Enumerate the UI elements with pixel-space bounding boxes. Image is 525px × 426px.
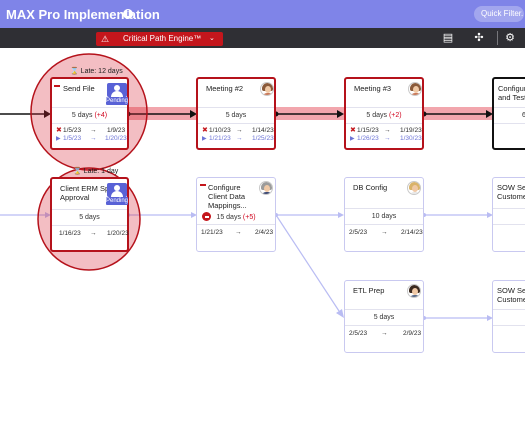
card-divider <box>494 107 525 108</box>
hourglass-icon: ⌛ <box>73 167 82 175</box>
task-title: SOW SenCustome <box>497 183 525 201</box>
task-card-client-erm-spec[interactable]: Client ERM Spec Approval Pending 5 days 1… <box>50 177 129 252</box>
late-text: Late: 1 day <box>83 168 119 175</box>
card-divider <box>198 123 274 124</box>
assignee-avatar <box>259 181 273 195</box>
task-duration: 5 days <box>225 112 247 119</box>
card-divider <box>52 209 127 210</box>
task-card-configure-testing[interactable]: Configureand Testi 6 <box>492 77 525 150</box>
task-duration: 5 days (+2) <box>366 112 402 119</box>
late-indicator: ⌛ Late: 1 day <box>73 167 118 175</box>
task-duration: 10 days <box>371 213 397 220</box>
task-card-db-config[interactable]: DB Config 10 days 2/5/23 → 2/14/23 <box>344 177 424 252</box>
card-divider <box>493 309 525 310</box>
card-divider <box>197 224 275 225</box>
card-divider <box>52 225 127 226</box>
task-duration: 5 days (+4) <box>71 112 108 119</box>
task-duration: 15 days (+5) <box>216 214 256 221</box>
task-card-etl-prep[interactable]: ETL Prep 5 days 2/5/23 → 2/9/23 <box>344 280 424 353</box>
late-x-icon: ✖ <box>350 127 356 134</box>
hourglass-icon: ⌛ <box>70 67 79 75</box>
card-divider <box>345 224 423 225</box>
card-divider <box>345 309 423 310</box>
assignee-avatar <box>407 181 421 195</box>
task-title: Configureand Testi <box>498 84 525 102</box>
planned-marker-icon: ▶ <box>350 136 355 142</box>
task-duration: 5 days <box>373 314 395 321</box>
card-divider <box>494 123 525 124</box>
planned-marker-icon: ▶ <box>56 136 61 142</box>
critical-flag-icon <box>200 184 206 186</box>
pending-badge: Pending <box>106 197 129 205</box>
card-divider <box>346 107 422 108</box>
task-card-sow-sent[interactable]: SOW SenCustome <box>492 177 525 252</box>
critical-flag-icon <box>54 85 60 87</box>
card-divider <box>493 208 525 209</box>
task-title: Send File <box>63 84 95 93</box>
card-divider <box>52 123 127 124</box>
task-card-sow-sent-2[interactable]: SOW SenCustome <box>492 280 525 353</box>
late-text: Late: 12 days <box>80 68 123 75</box>
card-divider <box>345 208 423 209</box>
assignee-avatar <box>407 284 421 298</box>
card-divider <box>493 325 525 326</box>
late-x-icon: ✖ <box>202 127 208 134</box>
pending-user-icon <box>107 183 127 197</box>
card-divider <box>346 123 422 124</box>
task-card-send-file[interactable]: Send File Pending 5 days (+4) ✖ 1/5/23 →… <box>50 77 129 150</box>
pending-badge: Pending <box>106 97 129 105</box>
planned-marker-icon: ▶ <box>202 136 207 142</box>
pending-user-icon <box>107 83 127 97</box>
arrow-head <box>336 309 344 318</box>
task-title: ETL Prep <box>353 286 385 295</box>
assignee-avatar <box>260 82 274 96</box>
card-divider <box>198 107 274 108</box>
task-title: Configure Client Data Mappings... <box>208 183 247 210</box>
assignee-avatar <box>408 82 422 96</box>
task-title: Meeting #2 <box>206 84 244 93</box>
late-x-icon: ✖ <box>56 127 62 134</box>
task-title: Meeting #3 <box>354 84 392 93</box>
task-title: DB Config <box>353 183 388 192</box>
task-card-meeting-2[interactable]: Meeting #2 5 days ✖ 1/10/23 → 1/14/23 ▶ … <box>196 77 276 150</box>
connector-configure-etl <box>275 214 340 312</box>
task-duration: 5 days <box>79 214 100 221</box>
card-divider <box>345 325 423 326</box>
task-card-meeting-3[interactable]: Meeting #3 5 days (+2) ✖ 1/15/23 → 1/19/… <box>344 77 424 150</box>
task-card-configure-client-data[interactable]: Configure Client Data Mappings... 15 days … <box>196 177 276 252</box>
card-divider <box>52 107 127 108</box>
card-divider <box>493 224 525 225</box>
task-title: SOW SenCustome <box>497 286 525 304</box>
late-indicator: ⌛ Late: 12 days <box>70 67 123 75</box>
